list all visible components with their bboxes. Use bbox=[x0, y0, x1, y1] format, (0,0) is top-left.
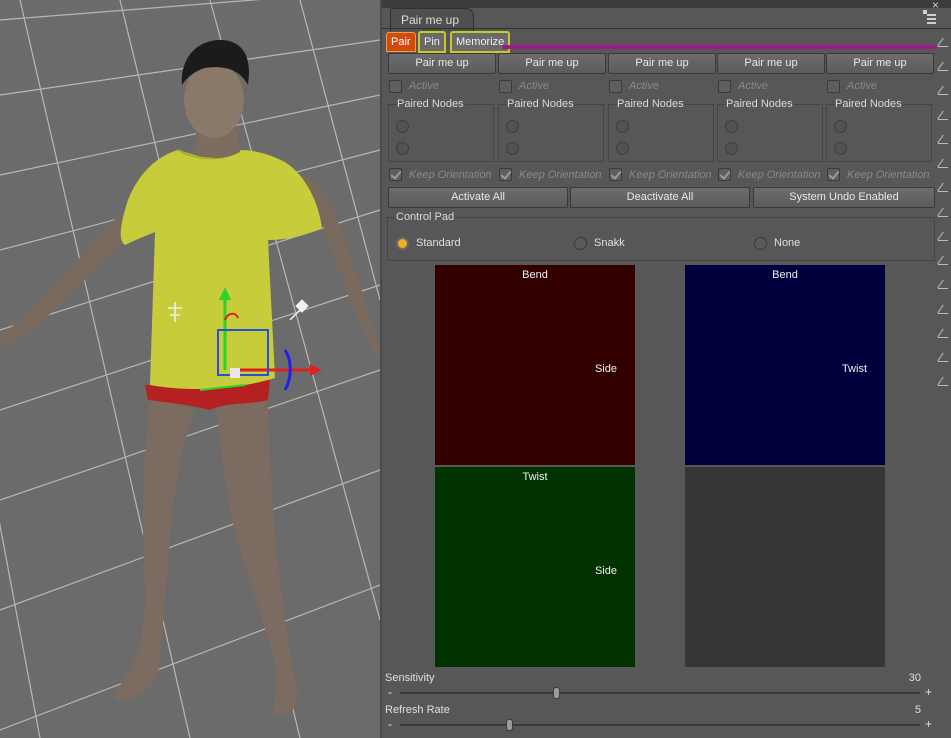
sensitivity-minus-icon[interactable]: - bbox=[388, 685, 392, 699]
sensitivity-slider-handle[interactable] bbox=[553, 687, 560, 699]
refresh-rate-label: Refresh Rate bbox=[385, 704, 450, 716]
edge-mark-icon bbox=[938, 303, 948, 314]
pad-top-label: Bend bbox=[522, 269, 548, 281]
pad-side-label: Side bbox=[594, 363, 617, 375]
pad-side-label: Twist bbox=[841, 363, 867, 375]
paired-node-radio[interactable] bbox=[506, 120, 519, 133]
pair-me-up-button[interactable]: Pair me up bbox=[388, 53, 496, 74]
edge-mark-icon bbox=[938, 254, 948, 265]
active-checkbox[interactable] bbox=[499, 80, 512, 93]
paired-nodes-label: Paired Nodes bbox=[506, 98, 575, 110]
edge-mark-icon bbox=[938, 181, 948, 192]
tab-divider bbox=[382, 28, 951, 29]
3d-viewport[interactable] bbox=[0, 0, 380, 738]
edge-mark-icon bbox=[938, 327, 948, 338]
option-label: Snakk bbox=[594, 237, 625, 249]
sensitivity-slider-track[interactable] bbox=[400, 692, 920, 694]
edge-mark-icon bbox=[938, 206, 948, 217]
pane-edge-markers bbox=[935, 30, 951, 410]
control-pad-bend-side[interactable]: Bend Side bbox=[435, 265, 635, 465]
keep-orientation-label: Keep Orientation bbox=[519, 169, 602, 181]
control-pad-twist-side[interactable]: Twist Side bbox=[435, 467, 635, 667]
refresh-rate-value[interactable]: 5 bbox=[915, 704, 921, 716]
control-pad-bend-twist[interactable]: Bend Twist bbox=[685, 265, 885, 465]
edge-mark-icon bbox=[938, 351, 948, 362]
pane-header-strip bbox=[382, 0, 951, 8]
control-pad-group bbox=[387, 217, 935, 261]
control-pad-title: Control Pad bbox=[394, 211, 457, 223]
tab-accent-line bbox=[502, 45, 936, 49]
paired-node-radio[interactable] bbox=[396, 142, 409, 155]
active-checkbox[interactable] bbox=[718, 80, 731, 93]
keep-orientation-label: Keep Orientation bbox=[629, 169, 712, 181]
active-label: Active bbox=[409, 80, 439, 92]
radio-icon[interactable] bbox=[754, 237, 767, 250]
keep-orientation-label: Keep Orientation bbox=[409, 169, 492, 181]
paired-node-radio[interactable] bbox=[616, 142, 629, 155]
edge-mark-icon bbox=[938, 230, 948, 241]
keep-orientation-checkbox[interactable] bbox=[718, 168, 731, 181]
pane-options-icon[interactable] bbox=[923, 10, 937, 24]
active-label: Active bbox=[847, 80, 877, 92]
keep-orientation-checkbox[interactable] bbox=[499, 168, 512, 181]
keep-orientation-checkbox[interactable] bbox=[609, 168, 622, 181]
edge-mark-icon bbox=[938, 36, 948, 47]
pair-me-up-button[interactable]: Pair me up bbox=[826, 53, 934, 74]
sensitivity-label: Sensitivity bbox=[385, 672, 435, 684]
pair-me-up-button[interactable]: Pair me up bbox=[717, 53, 825, 74]
control-pad-empty bbox=[685, 467, 885, 667]
active-label: Active bbox=[738, 80, 768, 92]
paired-node-radio[interactable] bbox=[725, 120, 738, 133]
active-checkbox[interactable] bbox=[609, 80, 622, 93]
paired-nodes-label: Paired Nodes bbox=[396, 98, 465, 110]
sensitivity-value[interactable]: 30 bbox=[909, 672, 921, 684]
pair-me-up-button[interactable]: Pair me up bbox=[608, 53, 716, 74]
pad-top-label: Twist bbox=[522, 471, 548, 483]
active-checkbox[interactable] bbox=[389, 80, 402, 93]
paired-nodes-label: Paired Nodes bbox=[616, 98, 685, 110]
sensitivity-plus-icon[interactable]: + bbox=[925, 685, 932, 699]
active-checkbox[interactable] bbox=[827, 80, 840, 93]
paired-nodes-label: Paired Nodes bbox=[834, 98, 903, 110]
edge-mark-icon bbox=[938, 84, 948, 95]
radio-selected-icon[interactable] bbox=[396, 237, 409, 250]
tab-pair[interactable]: Pair bbox=[386, 32, 416, 52]
pad-side-label: Side bbox=[594, 565, 617, 577]
paired-node-radio[interactable] bbox=[834, 120, 847, 133]
paired-node-radio[interactable] bbox=[834, 142, 847, 155]
edge-mark-icon bbox=[938, 278, 948, 289]
pair-me-up-button[interactable]: Pair me up bbox=[498, 53, 606, 74]
keep-orientation-checkbox[interactable] bbox=[389, 168, 402, 181]
refresh-rate-slider-handle[interactable] bbox=[506, 719, 514, 731]
system-undo-button[interactable]: System Undo Enabled bbox=[753, 187, 935, 208]
refresh-rate-minus-icon[interactable]: - bbox=[388, 717, 392, 731]
paired-nodes-label: Paired Nodes bbox=[725, 98, 794, 110]
active-label: Active bbox=[629, 80, 659, 92]
tab-memorize[interactable]: Memorize bbox=[450, 31, 511, 53]
pair-me-up-pane: Pair me up × Pair Pin Memorize Pair me u… bbox=[382, 0, 951, 738]
pad-top-label: Bend bbox=[772, 269, 798, 281]
paired-node-radio[interactable] bbox=[506, 142, 519, 155]
edge-mark-icon bbox=[938, 109, 948, 120]
tab-pin[interactable]: Pin bbox=[418, 31, 446, 53]
refresh-rate-slider-track[interactable] bbox=[400, 724, 920, 726]
edge-mark-icon bbox=[938, 133, 948, 144]
paired-node-radio[interactable] bbox=[725, 142, 738, 155]
keep-orientation-label: Keep Orientation bbox=[738, 169, 821, 181]
active-label: Active bbox=[519, 80, 549, 92]
keep-orientation-checkbox[interactable] bbox=[827, 168, 840, 181]
activate-all-button[interactable]: Activate All bbox=[388, 187, 568, 208]
refresh-rate-plus-icon[interactable]: + bbox=[925, 717, 932, 731]
edge-mark-icon bbox=[938, 157, 948, 168]
deactivate-all-button[interactable]: Deactivate All bbox=[570, 187, 750, 208]
edge-mark-icon bbox=[938, 375, 948, 386]
option-label: None bbox=[774, 237, 801, 249]
radio-icon[interactable] bbox=[574, 237, 587, 250]
edge-mark-icon bbox=[938, 60, 948, 71]
paired-node-radio[interactable] bbox=[616, 120, 629, 133]
paired-node-radio[interactable] bbox=[396, 120, 409, 133]
character-figure[interactable] bbox=[0, 40, 380, 716]
keep-orientation-label: Keep Orientation bbox=[847, 169, 930, 181]
option-label: Standard bbox=[416, 237, 461, 249]
